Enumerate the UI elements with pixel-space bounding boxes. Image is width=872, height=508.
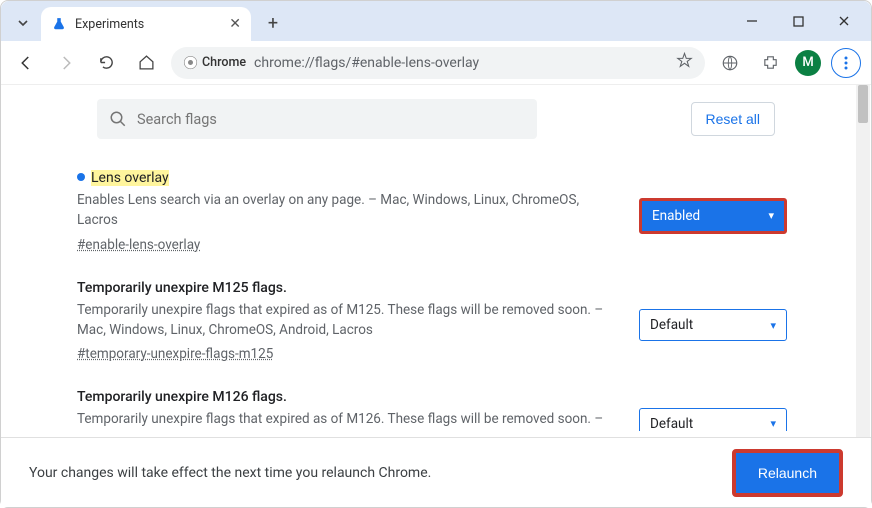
chevron-down-icon: ▾ [768, 209, 774, 222]
flag-title: Temporarily unexpire M126 flags. [77, 389, 287, 405]
chrome-icon: Chrome [183, 55, 246, 70]
flag-title: Temporarily unexpire M125 flags. [77, 280, 287, 296]
modified-dot-icon [77, 173, 85, 181]
scrollbar[interactable] [856, 85, 870, 437]
window-controls [731, 7, 865, 35]
close-window-button[interactable] [823, 7, 865, 35]
close-icon[interactable]: ✕ [229, 16, 241, 32]
flag-hash-link[interactable]: #temporary-unexpire-flags-m125 [77, 346, 273, 362]
globe-icon[interactable] [715, 48, 745, 78]
flag-state-dropdown[interactable]: Default ▾ [639, 408, 787, 431]
extensions-icon[interactable] [755, 48, 785, 78]
flag-state-dropdown[interactable]: Enabled ▾ [639, 198, 787, 234]
forward-button[interactable] [51, 48, 81, 78]
flask-icon [51, 16, 67, 32]
tab-title: Experiments [75, 17, 221, 32]
flag-description: Enables Lens search via an overlay on an… [77, 190, 615, 231]
browser-toolbar: Chrome chrome://flags/#enable-lens-overl… [1, 41, 871, 85]
browser-tab[interactable]: Experiments ✕ [41, 7, 251, 41]
bookmark-star-icon[interactable] [676, 52, 693, 73]
url-text: chrome://flags/#enable-lens-overlay [254, 55, 479, 71]
flag-item: Temporarily unexpire M126 flags. Tempora… [61, 372, 811, 431]
window-titlebar: Experiments ✕ + [1, 1, 871, 41]
flag-hash-link[interactable]: #enable-lens-overlay [77, 237, 200, 253]
maximize-button[interactable] [777, 7, 819, 35]
reset-all-button[interactable]: Reset all [691, 102, 775, 136]
minimize-button[interactable] [731, 7, 773, 35]
address-bar[interactable]: Chrome chrome://flags/#enable-lens-overl… [171, 47, 705, 79]
flag-title: Lens overlay [91, 170, 169, 186]
back-button[interactable] [11, 48, 41, 78]
chevron-down-icon: ▾ [770, 319, 776, 332]
flag-item: Lens overlay Enables Lens search via an … [61, 153, 811, 263]
search-icon [109, 110, 127, 128]
flags-list: Lens overlay Enables Lens search via an … [1, 153, 871, 431]
tab-search-dropdown[interactable] [9, 9, 37, 37]
flag-state-dropdown[interactable]: Default ▾ [639, 309, 787, 341]
relaunch-button[interactable]: Relaunch [732, 449, 843, 497]
chevron-down-icon: ▾ [770, 417, 776, 430]
flag-description: Temporarily unexpire flags that expired … [77, 300, 615, 341]
flag-item: Temporarily unexpire M125 flags. Tempora… [61, 263, 811, 373]
url-scheme-label: Chrome [202, 55, 246, 70]
flags-header: Search flags Reset all [1, 85, 871, 153]
search-placeholder: Search flags [137, 111, 217, 128]
relaunch-message: Your changes will take effect the next t… [29, 465, 431, 481]
scrollbar-thumb[interactable] [858, 85, 868, 123]
relaunch-bar: Your changes will take effect the next t… [1, 437, 871, 507]
new-tab-button[interactable]: + [259, 9, 287, 37]
menu-button[interactable] [831, 48, 861, 78]
flag-description: Temporarily unexpire flags that expired … [77, 409, 615, 431]
profile-avatar[interactable]: M [795, 50, 821, 76]
home-button[interactable] [131, 48, 161, 78]
reload-button[interactable] [91, 48, 121, 78]
search-input[interactable]: Search flags [97, 99, 537, 139]
